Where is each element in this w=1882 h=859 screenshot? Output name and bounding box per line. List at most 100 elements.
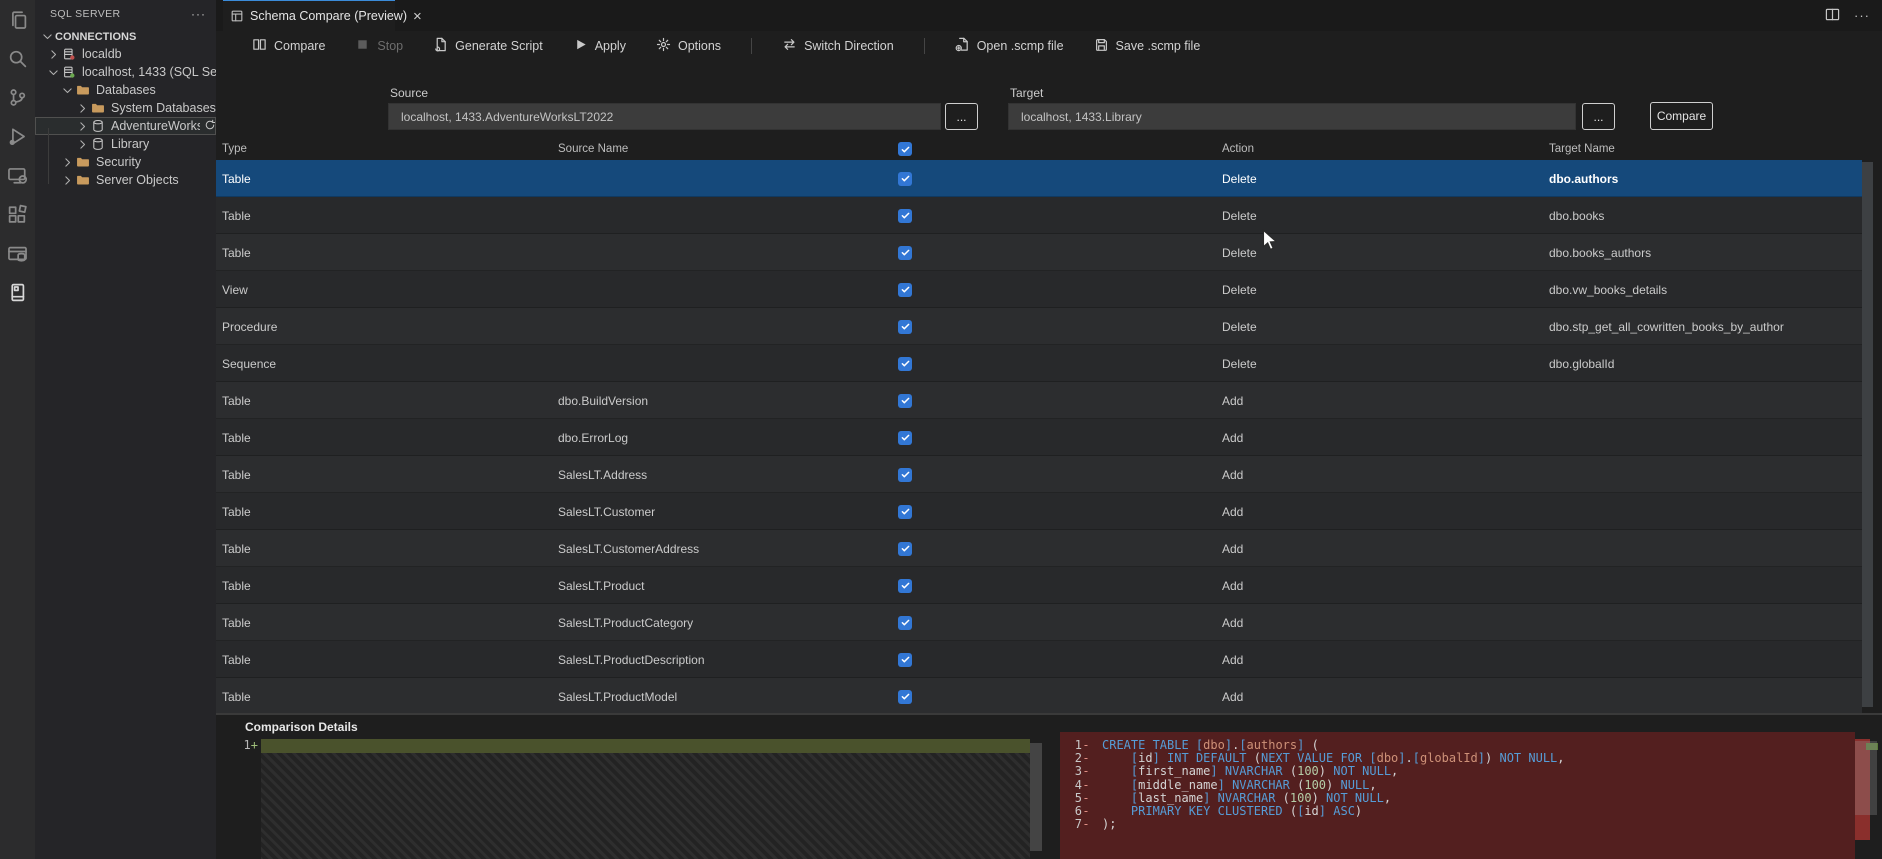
chevron-right-icon[interactable]: [74, 100, 90, 116]
include-checkbox[interactable]: [898, 542, 912, 556]
column-type[interactable]: Type: [222, 138, 552, 160]
tree-item-security[interactable]: Security: [35, 153, 216, 171]
cell-target-name: dbo.books: [1549, 197, 1861, 234]
table-row[interactable]: TableSalesLT.CustomerAdd: [216, 493, 1862, 530]
column-source-name[interactable]: Source Name: [558, 138, 888, 160]
include-checkbox[interactable]: [898, 653, 912, 667]
code-text: PRIMARY KEY CLUSTERED ([id] ASC): [1090, 805, 1362, 818]
table-row[interactable]: TableDeletedbo.books_authors: [216, 234, 1862, 271]
source-input[interactable]: localhost, 1433.AdventureWorksLT2022: [388, 103, 941, 130]
column-action[interactable]: Action: [1222, 138, 1542, 160]
table-row[interactable]: TableSalesLT.ProductAdd: [216, 567, 1862, 604]
options-button[interactable]: Options: [656, 37, 721, 55]
include-checkbox[interactable]: [898, 246, 912, 260]
chevron-right-icon[interactable]: [45, 46, 61, 62]
header-checkbox[interactable]: [895, 138, 915, 160]
table-row[interactable]: TableSalesLT.AddressAdd: [216, 456, 1862, 493]
sidebar-more-icon[interactable]: ···: [191, 7, 206, 21]
generate-script-button[interactable]: Generate Script: [433, 37, 543, 55]
removed-marker: -: [1082, 818, 1090, 831]
include-checkbox[interactable]: [898, 172, 912, 186]
chevron-right-icon[interactable]: [59, 154, 75, 170]
table-row[interactable]: TableSalesLT.ProductModelAdd: [216, 678, 1862, 715]
diff-left-scrollbar[interactable]: [1030, 743, 1042, 851]
cell-type: Table: [222, 567, 552, 604]
column-target-name[interactable]: Target Name: [1549, 138, 1861, 160]
cell-include: [895, 160, 915, 197]
target-input[interactable]: localhost, 1433.Library: [1008, 103, 1576, 130]
sql-tools-icon[interactable]: [0, 234, 35, 273]
include-checkbox[interactable]: [898, 320, 912, 334]
include-checkbox[interactable]: [898, 616, 912, 630]
tree-item-label: AdventureWorksLT...: [111, 119, 200, 133]
ruler-scrollbar[interactable]: [1855, 741, 1877, 815]
sidebar-title: SQL SERVER: [50, 8, 121, 20]
table-row[interactable]: Tabledbo.BuildVersionAdd: [216, 382, 1862, 419]
close-icon[interactable]: ×: [413, 9, 422, 24]
tab-schema-compare[interactable]: Schema Compare (Preview) ×: [223, 0, 395, 31]
toolbar-separator: [751, 38, 752, 54]
split-editor-icon[interactable]: [1825, 7, 1840, 25]
cell-action: Delete: [1222, 197, 1542, 234]
include-checkbox[interactable]: [898, 357, 912, 371]
open-scmp-file-button[interactable]: Open .scmp file: [955, 37, 1064, 55]
table-row[interactable]: SequenceDeletedbo.globalId: [216, 345, 1862, 382]
tab-bar: Schema Compare (Preview) × ···: [216, 0, 1882, 31]
tree-item-server-objects[interactable]: Server Objects: [35, 171, 216, 189]
extensions-icon[interactable]: [0, 195, 35, 234]
save-icon: [1094, 37, 1109, 55]
apply-button[interactable]: Apply: [573, 37, 626, 55]
compare-button[interactable]: Compare: [1650, 102, 1713, 130]
chevron-down-icon[interactable]: [59, 82, 75, 98]
table-row[interactable]: TableSalesLT.ProductCategoryAdd: [216, 604, 1862, 641]
include-checkbox[interactable]: [898, 690, 912, 704]
search-icon[interactable]: [0, 39, 35, 78]
tree-item-system-databases[interactable]: System Databases: [35, 99, 216, 117]
cell-source-name: SalesLT.CustomerAddress: [558, 530, 888, 567]
chevron-right-icon[interactable]: [74, 118, 90, 134]
table-row[interactable]: TableDeletedbo.books: [216, 197, 1862, 234]
target-browse-button[interactable]: ...: [1582, 103, 1615, 130]
compare-button[interactable]: Compare: [252, 37, 325, 55]
tree-root-connections[interactable]: CONNECTIONS: [35, 28, 216, 45]
more-actions-icon[interactable]: ···: [1854, 8, 1870, 23]
script-icon: [433, 37, 448, 55]
grid-scrollbar[interactable]: [1862, 162, 1873, 707]
explorer-icon[interactable]: [0, 0, 35, 39]
include-checkbox[interactable]: [898, 468, 912, 482]
include-checkbox[interactable]: [898, 209, 912, 223]
remote-explorer-icon[interactable]: [0, 156, 35, 195]
cell-type: Table: [222, 641, 552, 678]
tree-item-localhost-1433-sql-serv[interactable]: localhost, 1433 (SQL Serv...: [35, 63, 216, 81]
tree-item-localdb[interactable]: localdb: [35, 45, 216, 63]
folder-icon: [90, 100, 106, 116]
run-debug-icon[interactable]: [0, 117, 35, 156]
include-checkbox[interactable]: [898, 431, 912, 445]
cell-include: [895, 234, 915, 271]
include-checkbox[interactable]: [898, 394, 912, 408]
table-row[interactable]: Tabledbo.ErrorLogAdd: [216, 419, 1862, 456]
select-all-checkbox[interactable]: [898, 142, 912, 156]
cell-action: Add: [1222, 456, 1542, 493]
tree-item-databases[interactable]: Databases: [35, 81, 216, 99]
include-checkbox[interactable]: [898, 579, 912, 593]
chevron-right-icon[interactable]: [74, 136, 90, 152]
table-row[interactable]: TableSalesLT.CustomerAddressAdd: [216, 530, 1862, 567]
sql-server-icon[interactable]: [0, 273, 35, 312]
table-row[interactable]: TableSalesLT.ProductDescriptionAdd: [216, 641, 1862, 678]
table-row[interactable]: ProcedureDeletedbo.stp_get_all_cowritten…: [216, 308, 1862, 345]
switch-direction-button[interactable]: Switch Direction: [782, 37, 894, 55]
tree-item-adventureworkslt[interactable]: AdventureWorksLT...: [35, 117, 216, 135]
table-row[interactable]: TableDeletedbo.authors: [216, 160, 1862, 197]
source-control-icon[interactable]: [0, 78, 35, 117]
include-checkbox[interactable]: [898, 283, 912, 297]
table-row[interactable]: ViewDeletedbo.vw_books_details: [216, 271, 1862, 308]
chevron-right-icon[interactable]: [59, 172, 75, 188]
diff-right-code: 1-CREATE TABLE [dbo].[authors] (2- [id] …: [1060, 739, 1855, 831]
include-checkbox[interactable]: [898, 505, 912, 519]
save-scmp-file-button[interactable]: Save .scmp file: [1094, 37, 1201, 55]
tree-item-library[interactable]: Library: [35, 135, 216, 153]
line-number: 4: [1060, 779, 1082, 792]
chevron-down-icon[interactable]: [45, 64, 61, 80]
source-browse-button[interactable]: ...: [945, 103, 978, 130]
